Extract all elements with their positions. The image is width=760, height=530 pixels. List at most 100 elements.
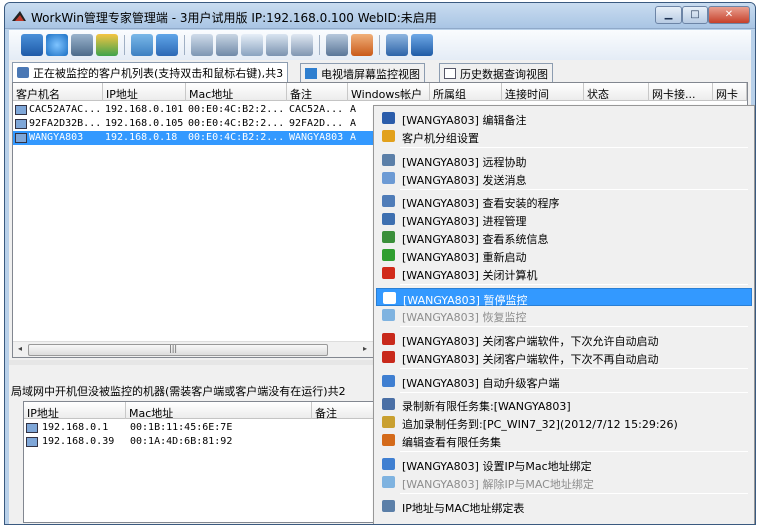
tab-history[interactable]: 历史数据查询视图 — [439, 63, 553, 82]
menu-item-edit-task-sets[interactable]: 编辑查看有限任务集 — [376, 431, 752, 449]
column-header[interactable]: IP地址 — [103, 83, 186, 101]
minimize-button[interactable]: ▁ — [655, 6, 682, 24]
menu-item-pause-monitoring[interactable]: [WANGYA803] 暂停监控 — [376, 288, 752, 307]
restart-icon — [382, 249, 395, 261]
horizontal-scrollbar[interactable]: ◂ ||| ▸ — [13, 341, 373, 357]
column-header[interactable]: 状态 — [584, 83, 649, 101]
column-header[interactable]: 备注 — [287, 83, 348, 101]
menu-item-restart[interactable]: [WANGYA803] 重新启动 — [376, 246, 752, 264]
programs-icon — [382, 195, 395, 207]
menu-item-resume-monitoring: [WANGYA803] 恢复监控 — [376, 306, 752, 324]
menu-item-system-info[interactable]: [WANGYA803] 查看系统信息 — [376, 228, 752, 246]
menu-item-unbind-ip-mac: [WANGYA803] 解除IP与MAC地址绑定 — [376, 473, 752, 491]
pencil-icon — [382, 112, 395, 124]
cell-ip: 192.168.0.101 — [105, 104, 184, 115]
computer-icon — [15, 133, 27, 143]
network-tool-icon[interactable] — [71, 34, 93, 56]
cell-mac: 00:E0:4C:B2:2... — [188, 104, 285, 115]
column-header[interactable]: 客户机名 — [13, 83, 103, 101]
menu-item-label: [WANGYA803] 发送消息 — [402, 174, 527, 187]
monitor-tool-icon[interactable] — [191, 34, 213, 56]
menu-separator — [400, 451, 748, 452]
lan-table-header: IP地址 Mac地址 备注 — [24, 402, 378, 419]
table-row[interactable]: 92FA2D32B... 192.168.0.105 00:E0:4C:B2:2… — [13, 117, 373, 131]
report-tool-icon[interactable] — [326, 34, 348, 56]
menu-item-edit-note[interactable]: [WANGYA803] 编辑备注 — [376, 109, 752, 127]
column-header[interactable]: 所属组 — [430, 83, 502, 101]
globe-tool-icon[interactable] — [46, 34, 68, 56]
export-tool-icon[interactable] — [351, 34, 373, 56]
append-icon — [382, 416, 395, 428]
tab-client-list[interactable]: 正在被监控的客户机列表(支持双击和鼠标右键),共3 — [12, 62, 289, 82]
unlock-icon — [382, 476, 395, 488]
menu-item-label: [WANGYA803] 查看安装的程序 — [402, 197, 560, 210]
menu-item-close-client-allow-restart[interactable]: [WANGYA803] 关闭客户端软件，下次允许自动启动 — [376, 330, 752, 348]
menu-item-close-client-no-restart[interactable]: [WANGYA803] 关闭客户端软件，下次不再自动启动 — [376, 348, 752, 366]
list-item[interactable]: 192.168.0.1 00:1B:11:45:6E:7E — [24, 421, 378, 435]
menu-item-process-manager[interactable]: [WANGYA803] 进程管理 — [376, 210, 752, 228]
toolbar-separator — [319, 35, 320, 55]
cell-mac: 00:E0:4C:B2:2... — [188, 118, 285, 129]
menu-separator — [400, 493, 748, 494]
menu-separator — [400, 189, 748, 190]
cell-account: A — [350, 132, 357, 143]
app-logo-icon — [12, 11, 26, 21]
title-bar[interactable]: WorkWin管理专家管理端 - 3用户试用版 IP:192.168.0.100… — [5, 3, 755, 29]
menu-item-remote-assist[interactable]: [WANGYA803] 远程协助 — [376, 151, 752, 169]
menu-item-label: 录制新有限任务集:[WANGYA803] — [402, 400, 571, 413]
menu-item-record-task-set[interactable]: 录制新有限任务集:[WANGYA803] — [376, 395, 752, 413]
table-row-selected[interactable]: WANGYA803 192.168.0.18 00:E0:4C:B2:2... … — [13, 131, 373, 145]
column-header[interactable]: Mac地址 — [186, 83, 287, 101]
column-header[interactable]: Mac地址 — [126, 402, 312, 419]
scroll-left-arrow-icon[interactable]: ◂ — [14, 344, 26, 356]
cell-name: 92FA2D32B... — [29, 118, 102, 129]
settings-tool-icon[interactable] — [291, 34, 313, 56]
menu-item-label: [WANGYA803] 查看系统信息 — [402, 233, 549, 246]
scroll-right-arrow-icon[interactable]: ▸ — [359, 344, 371, 356]
clients-tool-icon[interactable] — [21, 34, 43, 56]
menu-item-binding-table[interactable]: IP地址与MAC地址绑定表 — [376, 497, 752, 515]
column-header[interactable]: 网卡接... — [649, 83, 713, 101]
list-item[interactable]: 192.168.0.39 00:1A:4D:6B:81:92 — [24, 435, 378, 449]
scrollbar-thumb[interactable]: ||| — [28, 344, 328, 356]
column-header[interactable]: 连接时间 — [502, 83, 584, 101]
list-tool-icon[interactable] — [386, 34, 408, 56]
search-tool-icon[interactable] — [241, 34, 263, 56]
monitor-icon — [17, 67, 29, 78]
menu-item-append-task[interactable]: 追加录制任务到:[PC_WIN7_32](2012/7/12 15:29:26) — [376, 413, 752, 431]
menu-item-bind-ip-mac[interactable]: [WANGYA803] 设置IP与Mac地址绑定 — [376, 455, 752, 473]
filter-tool-icon[interactable] — [156, 34, 178, 56]
toolbar-separator — [124, 35, 125, 55]
remote-tool-icon[interactable] — [216, 34, 238, 56]
column-header[interactable]: 备注 — [312, 402, 378, 419]
column-header[interactable]: 网卡 — [713, 83, 747, 101]
menu-item-label: [WANGYA803] 解除IP与MAC地址绑定 — [402, 478, 594, 491]
help-tool-icon[interactable] — [411, 34, 433, 56]
menu-item-send-message[interactable]: [WANGYA803] 发送消息 — [376, 169, 752, 187]
computer-icon — [15, 119, 27, 129]
chart-tool-icon[interactable] — [131, 34, 153, 56]
menu-item-shutdown[interactable]: [WANGYA803] 关闭计算机 — [376, 264, 752, 282]
menu-item-label: 客户机分组设置 — [402, 132, 479, 145]
record-icon — [382, 398, 395, 410]
table-row[interactable]: CAC52A7AC... 192.168.0.101 00:E0:4C:B2:2… — [13, 103, 373, 117]
menu-item-group-settings[interactable]: 客户机分组设置 — [376, 127, 752, 145]
column-header[interactable]: Windows帐户 — [348, 83, 430, 101]
menu-item-installed-programs[interactable]: [WANGYA803] 查看安装的程序 — [376, 192, 752, 210]
menu-item-label: [WANGYA803] 自动升级客户端 — [402, 377, 560, 390]
menu-separator — [400, 284, 748, 285]
cell-account: A — [350, 104, 357, 115]
tab-video-wall[interactable]: 电视墙屏幕监控视图 — [300, 63, 425, 82]
menu-item-label: [WANGYA803] 恢复监控 — [402, 311, 527, 324]
close-button[interactable]: ✕ — [708, 6, 750, 24]
cell-ip: 192.168.0.18 — [105, 132, 178, 143]
group-tool-icon[interactable] — [96, 34, 118, 56]
menu-item-auto-upgrade[interactable]: [WANGYA803] 自动升级客户端 — [376, 372, 752, 390]
pane-splitter[interactable] — [9, 360, 374, 365]
menu-separator — [400, 368, 748, 369]
cell-ip: 192.168.0.1 — [42, 422, 109, 433]
column-header[interactable]: IP地址 — [24, 402, 126, 419]
menu-item-label: [WANGYA803] 关闭客户端软件，下次允许自动启动 — [402, 335, 659, 348]
windows-tool-icon[interactable] — [266, 34, 288, 56]
maximize-button[interactable]: □ — [682, 6, 708, 24]
